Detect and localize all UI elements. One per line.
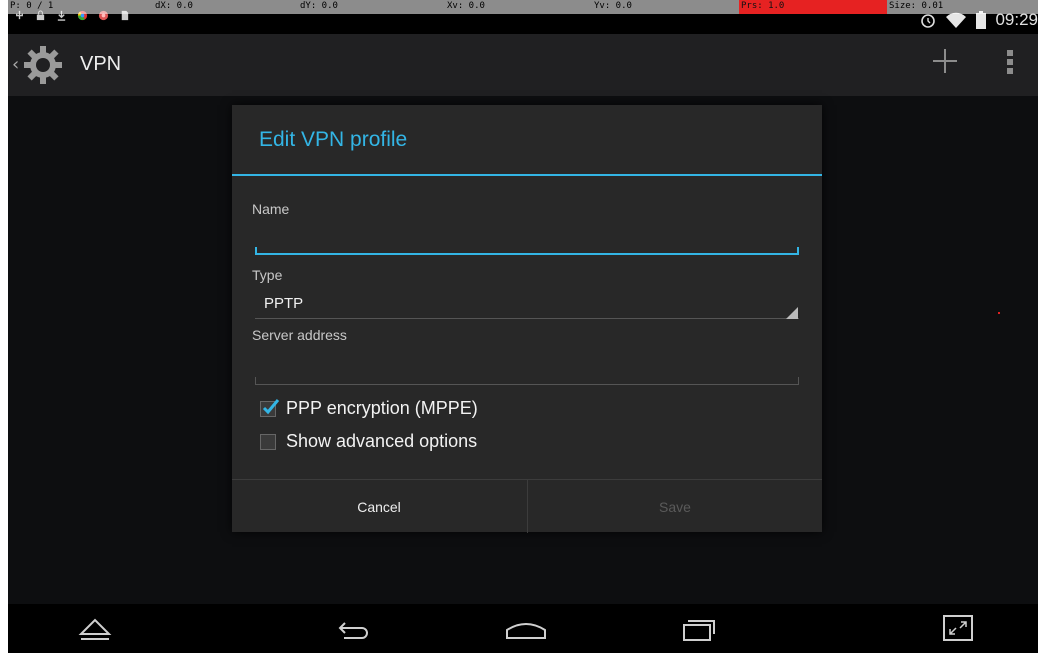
device-screen: 09:29 P: 0 / 1 dX: 0.0 dY: 0.0 Xv: 0.0 Y…: [8, 0, 1038, 653]
ppp-encryption-checkbox[interactable]: [260, 398, 280, 417]
cancel-button[interactable]: Cancel: [232, 480, 526, 533]
dialog-title: Edit VPN profile: [259, 128, 408, 151]
overlay-size: Size: 0.01: [889, 1, 944, 11]
ppp-encryption-label: PPP encryption (MPPE): [286, 398, 478, 418]
edit-vpn-dialog: Edit VPN profile Name Type PPTP Server a…: [232, 105, 822, 533]
type-label: Type: [252, 267, 283, 283]
server-address-field[interactable]: [255, 377, 799, 385]
dialog-button-bar: Cancel Save: [232, 479, 822, 533]
recent-apps-icon[interactable]: [676, 612, 722, 644]
name-field[interactable]: [255, 247, 799, 255]
add-vpn-icon[interactable]: [930, 46, 960, 76]
title-divider: [232, 174, 822, 176]
save-button[interactable]: Save: [527, 480, 822, 533]
back-icon[interactable]: [330, 612, 376, 644]
hide-keyboard-icon[interactable]: [72, 612, 118, 644]
spinner-arrow-icon: [786, 307, 798, 319]
advanced-options-row[interactable]: Show advanced options: [260, 431, 477, 452]
page-title: VPN: [80, 53, 122, 75]
checkmark-icon: [262, 398, 280, 414]
advanced-options-label: Show advanced options: [286, 431, 478, 451]
overlay-yv: Yv: 0.0: [594, 1, 632, 11]
overlay-dy: dY: 0.0: [300, 1, 338, 11]
overlay-dx: dX: 0.0: [155, 1, 193, 11]
ppp-encryption-row[interactable]: PPP encryption (MPPE): [260, 398, 478, 419]
settings-gear-icon[interactable]: [22, 44, 64, 86]
overlay-pressure: Prs: 1.0: [739, 0, 887, 14]
type-spinner[interactable]: PPTP: [264, 295, 303, 312]
name-label: Name: [252, 201, 290, 217]
action-bar: ‹ VPN: [8, 34, 1038, 96]
type-spinner-underline: [255, 318, 799, 319]
touch-point-marker: [998, 312, 1000, 314]
overlay-pointer-count: P: 0 / 1: [10, 1, 54, 11]
home-icon[interactable]: [503, 612, 549, 644]
navigation-bar: [8, 604, 1038, 653]
overlay-xv: Xv: 0.0: [447, 1, 485, 11]
advanced-options-checkbox[interactable]: [260, 433, 276, 450]
up-caret-icon[interactable]: ‹: [12, 54, 19, 75]
overflow-menu-icon[interactable]: [1006, 48, 1014, 76]
server-address-label: Server address: [252, 327, 347, 343]
screen-compat-icon[interactable]: [936, 612, 982, 644]
